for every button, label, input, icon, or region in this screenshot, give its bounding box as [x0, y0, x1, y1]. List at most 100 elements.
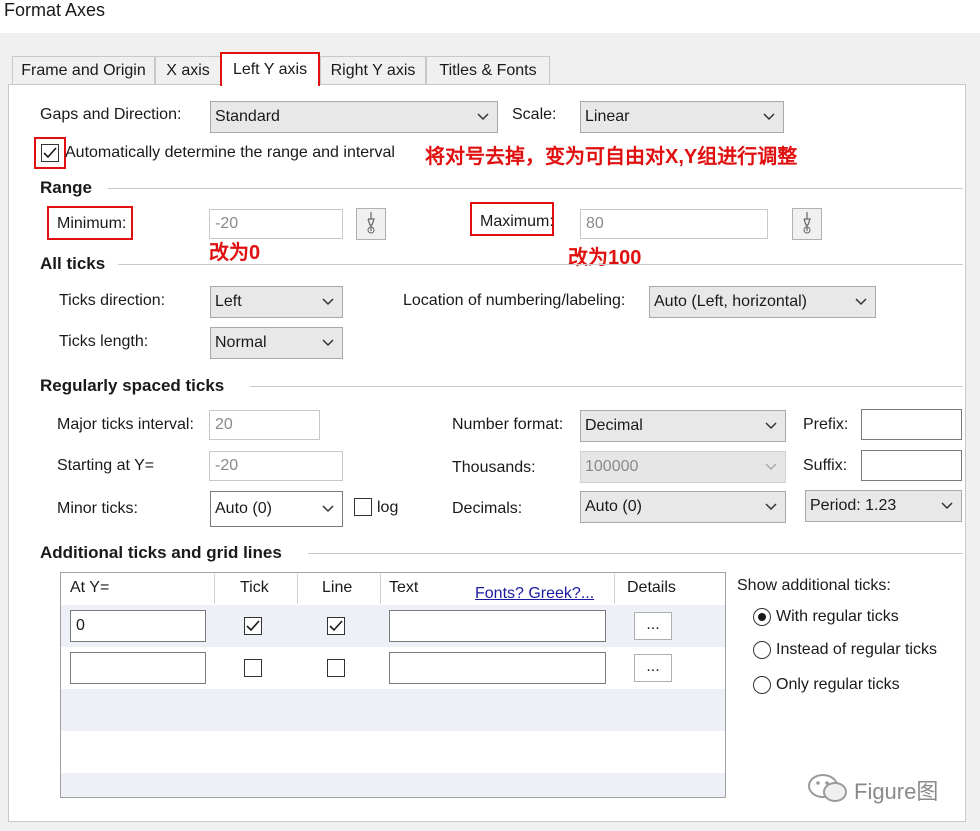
prefix-label: Prefix:	[803, 416, 849, 433]
major-interval-input[interactable]: 20	[209, 410, 320, 440]
annotation-max-note: 改为100	[568, 247, 642, 269]
check-icon	[43, 147, 57, 159]
regular-ticks-heading: Regularly spaced ticks	[40, 376, 225, 395]
decimals-select[interactable]: Auto (0)	[580, 491, 786, 523]
table-row	[61, 773, 725, 797]
col-at-y: At Y=	[70, 579, 110, 596]
row1-line-checkbox[interactable]	[327, 617, 345, 635]
log-checkbox[interactable]	[354, 498, 372, 516]
auto-range-label: Automatically determine the range and in…	[65, 144, 395, 161]
table-row	[61, 689, 725, 731]
location-value: Auto (Left, horizontal)	[654, 293, 807, 310]
grid-col-divider	[614, 574, 615, 604]
radio-with-regular[interactable]	[753, 608, 771, 626]
chevron-down-icon	[765, 503, 777, 511]
wechat-icon	[808, 774, 847, 802]
window-title: Format Axes	[4, 0, 106, 20]
row2-tick-checkbox[interactable]	[244, 659, 262, 677]
decimals-value: Auto (0)	[585, 498, 642, 515]
starting-at-label: Starting at Y=	[57, 457, 155, 474]
scale-value: Linear	[585, 108, 630, 125]
location-select[interactable]: Auto (Left, horizontal)	[649, 286, 876, 318]
chevron-down-icon	[765, 463, 777, 471]
ticks-direction-value: Left	[215, 293, 242, 310]
row1-at-y-input[interactable]: 0	[70, 610, 206, 642]
minor-ticks-select[interactable]: Auto (0)	[210, 491, 343, 527]
tab-titles-fonts[interactable]: Titles & Fonts	[426, 56, 550, 84]
minor-ticks-value: Auto (0)	[215, 500, 272, 517]
table-row	[61, 731, 725, 773]
scale-label: Scale:	[512, 106, 557, 123]
gaps-direction-select[interactable]: Standard	[210, 101, 498, 133]
radio-only-regular[interactable]	[753, 676, 771, 694]
minimum-pin-button[interactable]	[356, 208, 386, 240]
period-select[interactable]: Period: 1.23	[805, 490, 962, 522]
pin-icon	[803, 212, 811, 234]
ticks-direction-select[interactable]: Left	[210, 286, 343, 318]
prefix-input[interactable]	[861, 409, 962, 440]
ticks-length-label: Ticks length:	[59, 333, 149, 350]
row1-details-button[interactable]: ...	[634, 612, 672, 640]
suffix-input[interactable]	[861, 450, 962, 481]
auto-range-checkbox[interactable]	[41, 144, 59, 162]
number-format-select[interactable]: Decimal	[580, 410, 786, 442]
decimals-label: Decimals:	[452, 500, 523, 517]
row1-tick-checkbox[interactable]	[244, 617, 262, 635]
check-icon	[246, 620, 260, 632]
log-label: log	[377, 499, 399, 516]
grid-col-divider	[214, 574, 215, 604]
all-ticks-divider	[118, 264, 963, 265]
location-label: Location of numbering/labeling:	[403, 292, 626, 309]
range-heading: Range	[40, 178, 92, 197]
chevron-down-icon	[322, 339, 334, 347]
ticks-length-select[interactable]: Normal	[210, 327, 343, 359]
row2-details-button[interactable]: ...	[634, 654, 672, 682]
row1-text-input[interactable]	[389, 610, 606, 642]
tab-x-axis[interactable]: X axis	[155, 56, 221, 84]
pin-icon	[367, 212, 375, 234]
col-details: Details	[627, 579, 676, 596]
radio-instead-of-regular-label: Instead of regular ticks	[776, 641, 937, 658]
minimum-label: Minimum:	[57, 215, 127, 232]
radio-with-regular-label: With regular ticks	[776, 608, 899, 625]
all-ticks-heading: All ticks	[40, 254, 106, 273]
col-tick: Tick	[240, 579, 269, 596]
regular-ticks-divider	[250, 386, 963, 387]
grid-col-divider	[380, 574, 381, 604]
col-line: Line	[322, 579, 353, 596]
annotation-auto-note: 将对号去掉，变为可自由对X,Y组进行调整	[425, 146, 798, 168]
annotation-min-note: 改为0	[209, 242, 261, 264]
thousands-label: Thousands:	[452, 459, 536, 476]
ticks-direction-label: Ticks direction:	[59, 292, 166, 309]
maximum-input[interactable]: 80	[580, 209, 768, 239]
chevron-down-icon	[477, 113, 489, 121]
row2-at-y-input[interactable]	[70, 652, 206, 684]
chevron-down-icon	[855, 298, 867, 306]
number-format-value: Decimal	[585, 417, 643, 434]
row2-line-checkbox[interactable]	[327, 659, 345, 677]
watermark-text: Figure图	[854, 779, 939, 804]
ticks-length-value: Normal	[215, 334, 267, 351]
row2-text-input[interactable]	[389, 652, 606, 684]
suffix-label: Suffix:	[803, 457, 848, 474]
maximum-pin-button[interactable]	[792, 208, 822, 240]
radio-only-regular-label: Only regular ticks	[776, 676, 900, 693]
minor-ticks-label: Minor ticks:	[57, 500, 138, 517]
grid-col-divider	[297, 574, 298, 604]
tab-right-y-axis[interactable]: Right Y axis	[320, 56, 426, 84]
thousands-select[interactable]: 100000	[580, 451, 786, 483]
starting-at-input[interactable]: -20	[209, 451, 343, 481]
fonts-greek-link[interactable]: Fonts? Greek?...	[475, 585, 594, 603]
scale-select[interactable]: Linear	[580, 101, 784, 133]
additional-ticks-heading: Additional ticks and grid lines	[40, 543, 282, 562]
check-icon	[329, 620, 343, 632]
chevron-down-icon	[941, 502, 953, 510]
thousands-value: 100000	[585, 458, 639, 475]
tab-frame-and-origin[interactable]: Frame and Origin	[12, 56, 155, 84]
tab-left-y-axis[interactable]: Left Y axis	[220, 52, 320, 86]
chevron-down-icon	[322, 298, 334, 306]
minimum-input[interactable]: -20	[209, 209, 343, 239]
radio-instead-of-regular[interactable]	[753, 641, 771, 659]
period-value: Period: 1.23	[810, 497, 897, 514]
chevron-down-icon	[322, 505, 334, 513]
